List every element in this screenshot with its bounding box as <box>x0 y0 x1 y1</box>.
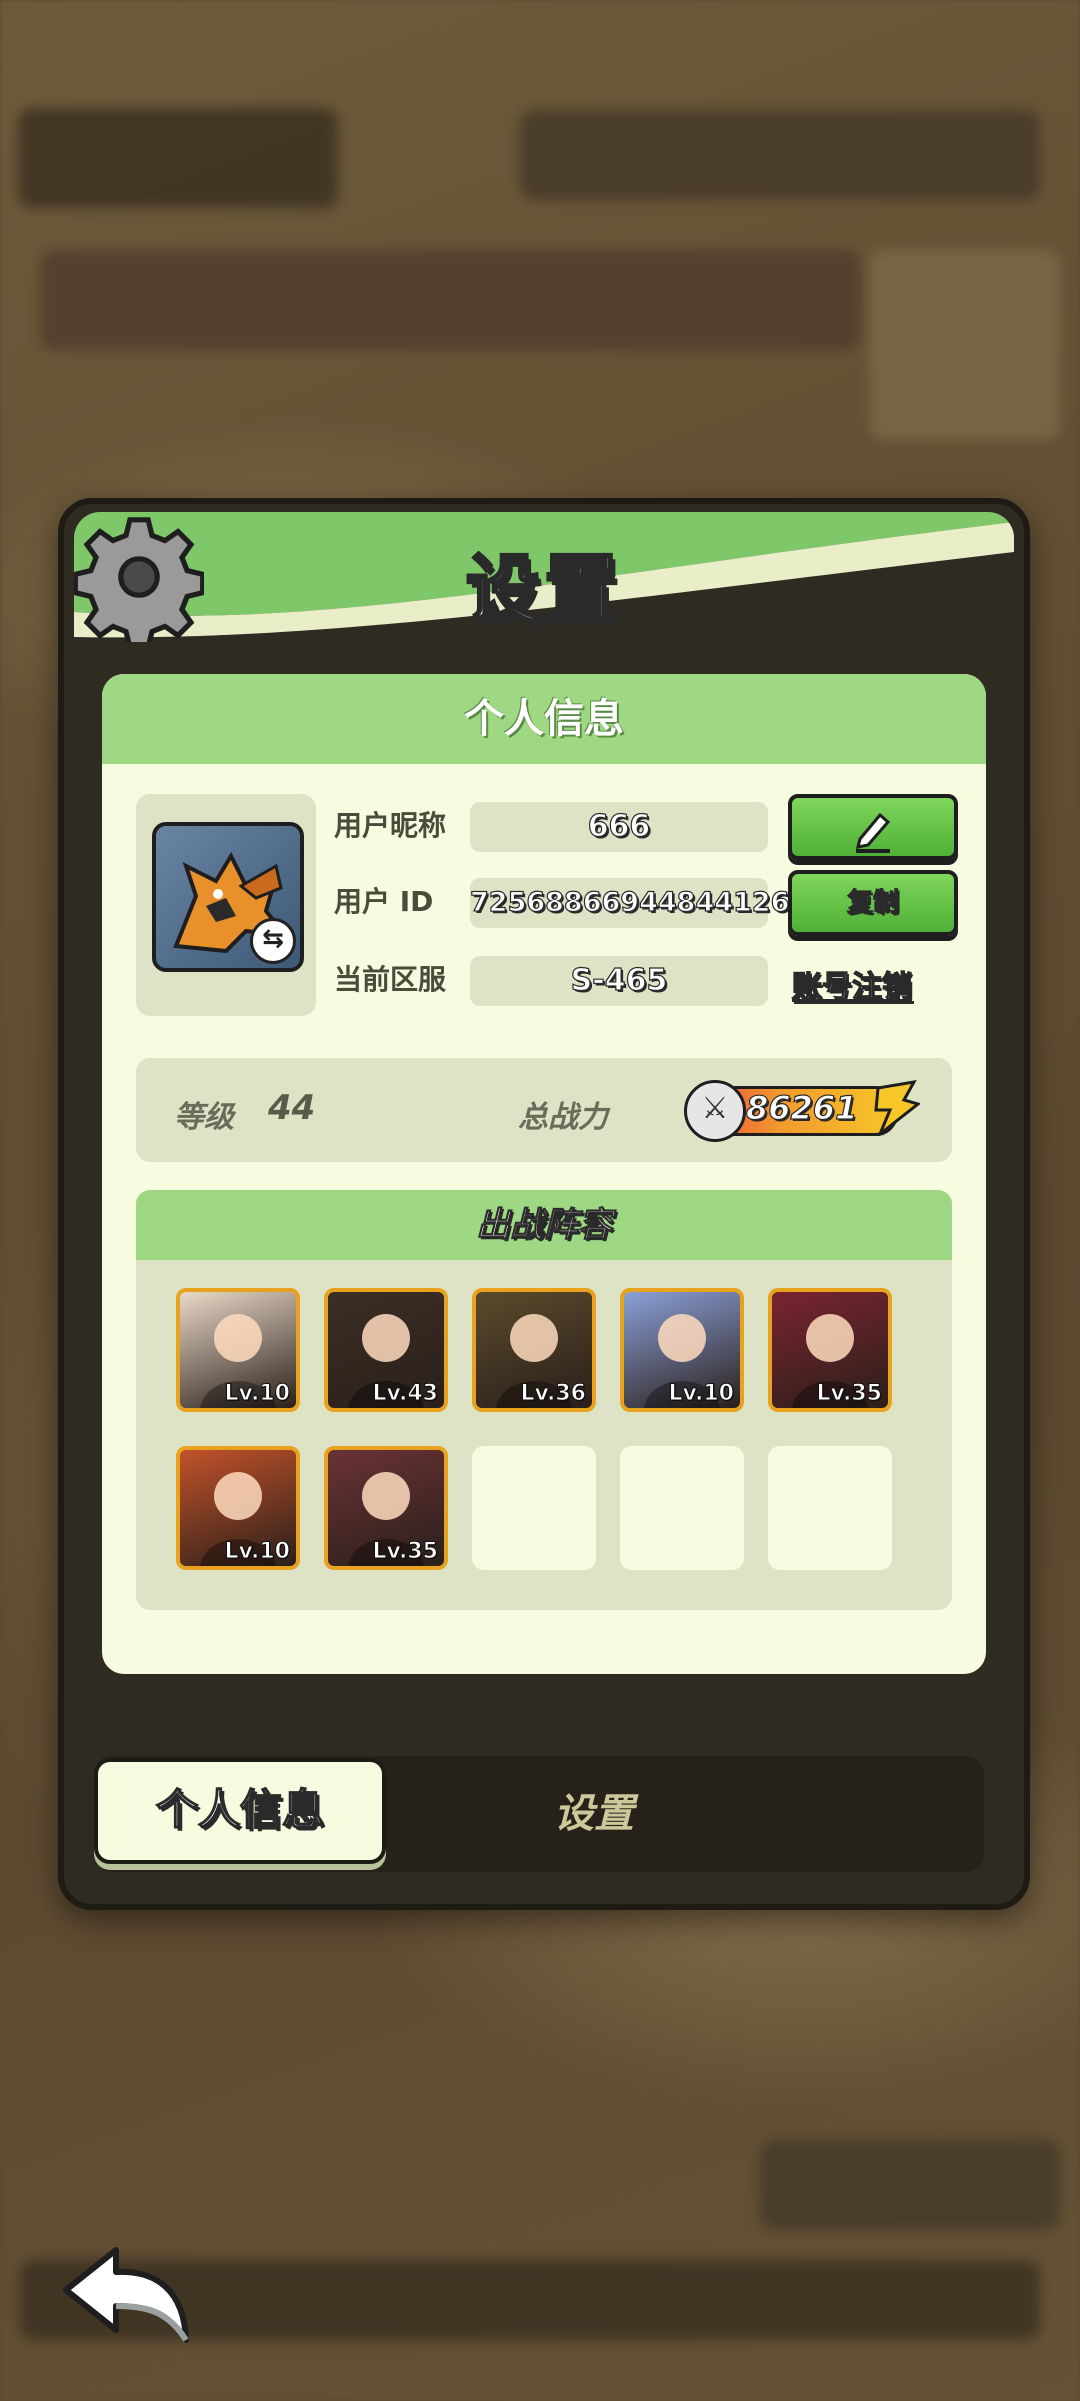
profile-card: 个人信息 ⇆ 用户昵称 666 用户 ID 72568866944844126 … <box>102 674 986 1674</box>
settings-panel: 设置 个人信息 ⇆ 用户昵称 666 用户 ID 725688669448441… <box>58 498 1030 1910</box>
hero-slot[interactable]: Lv.10 <box>176 1446 300 1570</box>
empty-hero-slot[interactable] <box>768 1446 892 1570</box>
avatar-box: ⇆ <box>136 794 316 1016</box>
pencil-icon <box>855 812 891 853</box>
level-label: 等级 <box>174 1100 234 1135</box>
crossed-swords-icon: ⚔ <box>684 1080 746 1142</box>
hero-level: Lv.43 <box>372 1381 439 1407</box>
profile-card-header: 个人信息 <box>102 674 986 764</box>
empty-hero-slot[interactable] <box>472 1446 596 1570</box>
nickname-value: 666 <box>470 802 768 852</box>
hero-level: Lv.35 <box>816 1381 883 1407</box>
tab-bar: 个人信息 设置 <box>94 1756 984 1872</box>
hero-level: Lv.10 <box>224 1539 291 1565</box>
back-arrow-icon[interactable] <box>56 2240 196 2350</box>
user-id-label: 用户 ID <box>334 885 434 918</box>
panel-title: 设置 <box>465 546 622 635</box>
user-id-value: 72568866944844126 <box>469 878 790 928</box>
copy-id-button[interactable]: 复制 <box>788 870 958 936</box>
hero-slot[interactable]: Lv.35 <box>768 1288 892 1412</box>
power-badge: ⚔ 86261 <box>684 1080 920 1142</box>
server-label: 当前区服 <box>334 963 447 996</box>
lineup-header: 出战阵容 <box>136 1190 952 1260</box>
flame-icon <box>874 1080 920 1136</box>
hero-slot[interactable]: Lv.35 <box>324 1446 448 1570</box>
panel-header: 设置 <box>74 512 1014 652</box>
battle-lineup: 出战阵容 Lv.10 Lv.43 Lv.36 Lv.10 Lv.35 Lv.10 Lv.35 <box>136 1190 952 1610</box>
power-value: 86261 <box>745 1088 858 1127</box>
stats-row: 等级 44 总战力 ⚔ 86261 <box>136 1058 952 1162</box>
tab-settings[interactable]: 设置 <box>494 1756 694 1872</box>
tab-personal-info[interactable]: 个人信息 <box>94 1758 386 1864</box>
nickname-label: 用户昵称 <box>334 809 447 842</box>
hero-level: Lv.35 <box>372 1539 439 1565</box>
hero-slot[interactable]: Lv.10 <box>176 1288 300 1412</box>
server-value: S-465 <box>470 956 768 1006</box>
empty-hero-slot[interactable] <box>620 1446 744 1570</box>
hero-level: Lv.10 <box>668 1381 735 1407</box>
level-value: 44 <box>268 1088 316 1128</box>
avatar[interactable]: ⇆ <box>152 822 304 972</box>
swap-avatar-icon[interactable]: ⇆ <box>250 918 296 964</box>
hero-level: Lv.10 <box>224 1381 291 1407</box>
hero-level: Lv.36 <box>520 1381 587 1407</box>
edit-nickname-button[interactable] <box>788 794 958 860</box>
deactivate-account-link[interactable]: 账号注销 <box>791 962 912 1006</box>
power-label: 总战力 <box>518 1100 608 1135</box>
hero-slot[interactable]: Lv.43 <box>324 1288 448 1412</box>
hero-slot[interactable]: Lv.10 <box>620 1288 744 1412</box>
hero-slot[interactable]: Lv.36 <box>472 1288 596 1412</box>
